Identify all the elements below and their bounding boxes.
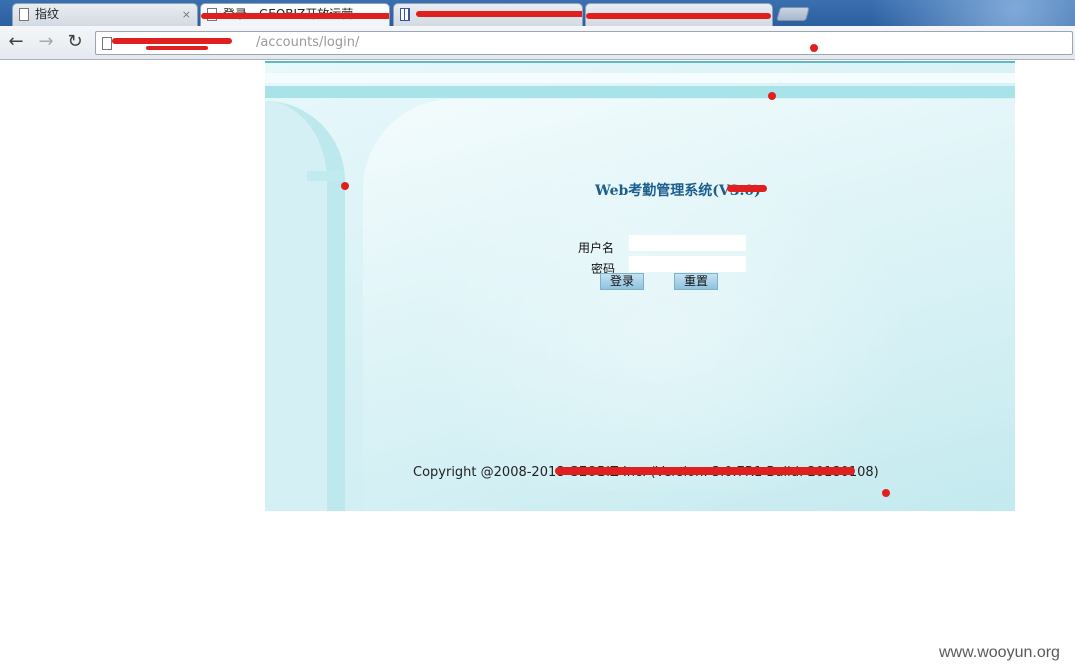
annotation-dot bbox=[768, 92, 776, 100]
tab-login[interactable]: 登录 - GEOBIZ开放运营 bbox=[200, 3, 390, 26]
redaction-mark bbox=[146, 46, 208, 50]
tab-fingerprint[interactable]: 指纹 × bbox=[12, 3, 198, 26]
grid-icon bbox=[400, 8, 410, 21]
browser-toolbar: ← → ↻ /accounts/login/ bbox=[0, 26, 1075, 60]
decorative-arch bbox=[265, 101, 345, 511]
page-icon bbox=[102, 37, 112, 50]
tab-fourth[interactable] bbox=[585, 3, 773, 26]
page-viewport: Web考勤管理系统(V3.0) 用户名 密码 登录 重置 Copyright @… bbox=[0, 61, 1075, 664]
login-button[interactable]: 登录 bbox=[600, 273, 644, 290]
forward-icon[interactable]: → bbox=[35, 31, 57, 53]
redaction-mark bbox=[201, 13, 389, 19]
new-tab-button[interactable] bbox=[776, 7, 810, 21]
redaction-mark bbox=[586, 13, 771, 19]
password-field[interactable] bbox=[629, 256, 746, 272]
annotation-dot bbox=[882, 489, 890, 497]
annotation-dot bbox=[810, 44, 818, 52]
address-bar[interactable]: /accounts/login/ bbox=[95, 31, 1073, 55]
tab-title: 指纹 bbox=[35, 7, 60, 21]
redaction-mark bbox=[555, 467, 855, 475]
address-url: /accounts/login/ bbox=[256, 35, 360, 50]
reload-icon[interactable]: ↻ bbox=[64, 31, 86, 53]
annotation-dot bbox=[341, 182, 349, 190]
close-icon[interactable]: × bbox=[182, 4, 191, 25]
login-panel: Web考勤管理系统(V3.0) 用户名 密码 登录 重置 Copyright @… bbox=[265, 61, 1015, 511]
page-icon bbox=[19, 8, 29, 21]
back-icon[interactable]: ← bbox=[5, 31, 27, 53]
reset-button[interactable]: 重置 bbox=[674, 273, 718, 290]
tab-third[interactable] bbox=[393, 3, 583, 26]
redaction-mark bbox=[416, 11, 582, 17]
username-field[interactable] bbox=[629, 235, 746, 251]
redaction-mark bbox=[727, 185, 767, 192]
watermark: www.wooyun.org bbox=[939, 644, 1060, 661]
redaction-mark bbox=[112, 38, 232, 44]
tab-strip: 指纹 × 登录 - GEOBIZ开放运营 bbox=[0, 0, 1075, 26]
username-label: 用户名 bbox=[578, 241, 615, 255]
